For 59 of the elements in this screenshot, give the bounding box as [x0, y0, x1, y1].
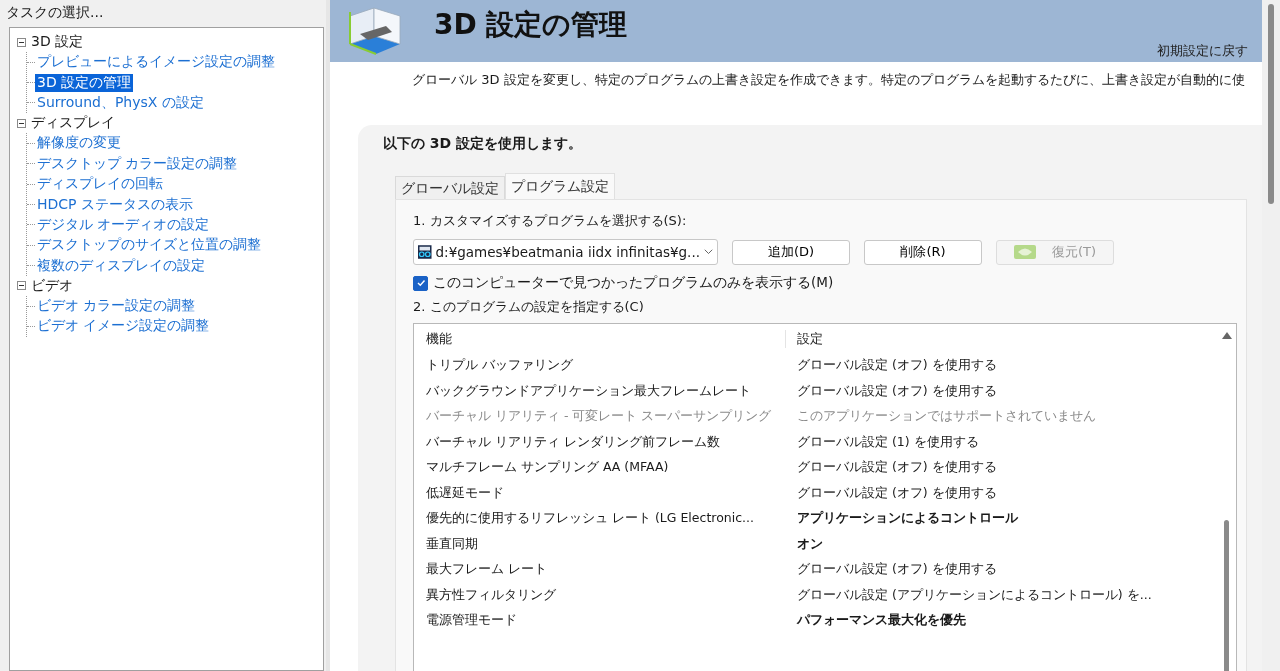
tree-item[interactable]: ビデオ カラー設定の調整: [35, 297, 198, 316]
action-button[interactable]: 追加(D): [732, 239, 850, 265]
caret-icon: [704, 248, 713, 256]
step-label: 1. カスタマイズするプログラムを選択する(S):: [413, 212, 688, 230]
collapse-icon[interactable]: [16, 36, 27, 48]
check-icon: [415, 278, 426, 288]
collapse-icon[interactable]: [16, 280, 27, 292]
tree-item[interactable]: デジタル オーディオの設定: [35, 215, 212, 234]
setting-cell[interactable]: アプリケーションによるコントロール: [786, 510, 1218, 528]
scroll-up-icon[interactable]: [1222, 332, 1232, 339]
page-title: 3D 設定の管理: [434, 7, 628, 43]
collapse-icon[interactable]: [16, 117, 27, 129]
app-icon: [418, 243, 432, 261]
tree-item[interactable]: 複数のディスプレイの設定: [35, 256, 207, 275]
restore-defaults-link[interactable]: 初期設定に戻す: [1157, 42, 1248, 60]
feature-cell[interactable]: トリプル バッファリング: [424, 357, 786, 375]
setting-cell[interactable]: グローバル設定 (オフ) を使用する: [786, 357, 1218, 375]
column-header[interactable]: 設定: [786, 330, 1218, 348]
tree-item[interactable]: ディスプレイ: [29, 114, 117, 133]
setting-cell[interactable]: グローバル設定 (オフ) を使用する: [786, 484, 1218, 502]
tab[interactable]: プログラム設定: [505, 173, 615, 199]
feature-cell[interactable]: バーチャル リアリティ レンダリング前フレーム数: [424, 433, 786, 451]
feature-cell[interactable]: 垂直同期: [424, 535, 786, 553]
feature-cell[interactable]: マルチフレーム サンプリング AA (MFAA): [424, 459, 786, 477]
tree-item[interactable]: 3D 設定: [29, 33, 86, 51]
setting-cell[interactable]: グローバル設定 (オフ) を使用する: [786, 459, 1218, 477]
tree-item[interactable]: ディスプレイの回転: [35, 175, 165, 194]
feature-cell[interactable]: 電源管理モード: [424, 612, 786, 630]
tree-item[interactable]: デスクトップのサイズと位置の調整: [35, 236, 263, 255]
setting-cell[interactable]: グローバル設定 (オフ) を使用する: [786, 561, 1218, 579]
setting-cell[interactable]: オン: [786, 535, 1218, 553]
column-header[interactable]: 機能: [424, 330, 786, 348]
tree-item[interactable]: ビデオ イメージ設定の調整: [35, 317, 212, 336]
eye-logo-icon: [1013, 245, 1036, 259]
feature-cell[interactable]: 優先的に使用するリフレッシュ レート (LG Electronic...: [424, 510, 786, 528]
step-label: 2. このプログラムの設定を指定する(C): [413, 298, 645, 316]
feature-cell[interactable]: 低遅延モード: [424, 484, 786, 502]
description-text: グローバル 3D 設定を変更し、特定のプログラムの上書き設定を作成できます。特定のプログラムを起動するたびに、上書き設定が自動的に使: [411, 71, 1246, 89]
tree-item[interactable]: HDCP ステータスの表示: [35, 195, 195, 214]
tree-item[interactable]: 3D 設定の管理: [35, 73, 134, 92]
tree-item[interactable]: Surround、PhysX の設定: [35, 93, 206, 112]
action-button[interactable]: 削除(R): [864, 239, 982, 265]
feature-cell[interactable]: 異方性フィルタリング: [424, 586, 786, 604]
scrollbar[interactable]: [1262, 0, 1280, 671]
feature-cell[interactable]: 最大フレーム レート: [424, 561, 786, 579]
tree-item[interactable]: デスクトップ カラー設定の調整: [35, 154, 240, 173]
section-heading: 以下の 3D 設定を使用します。: [383, 135, 584, 153]
setting-cell[interactable]: グローバル設定 (1) を使用する: [786, 433, 1218, 451]
tree-item[interactable]: プレビューによるイメージ設定の調整: [35, 53, 277, 72]
tree-item[interactable]: ビデオ: [29, 276, 75, 295]
setting-cell[interactable]: グローバル設定 (オフ) を使用する: [786, 382, 1218, 400]
tree-item[interactable]: 解像度の変更: [35, 134, 123, 153]
feature-cell[interactable]: バックグラウンドアプリケーション最大フレームレート: [424, 382, 786, 400]
setting-cell[interactable]: パフォーマンス最大化を優先: [786, 612, 1218, 630]
setting-cell[interactable]: グローバル設定 (アプリケーションによるコントロール) を...: [786, 586, 1218, 604]
checkbox-label: このコンピューターで見つかったプログラムのみを表示する(M): [433, 274, 834, 292]
checkbox[interactable]: [413, 275, 428, 291]
tab[interactable]: グローバル設定: [395, 176, 505, 199]
program-dropdown[interactable]: d:¥games¥beatmania iidx infinitas¥g...: [413, 239, 718, 265]
